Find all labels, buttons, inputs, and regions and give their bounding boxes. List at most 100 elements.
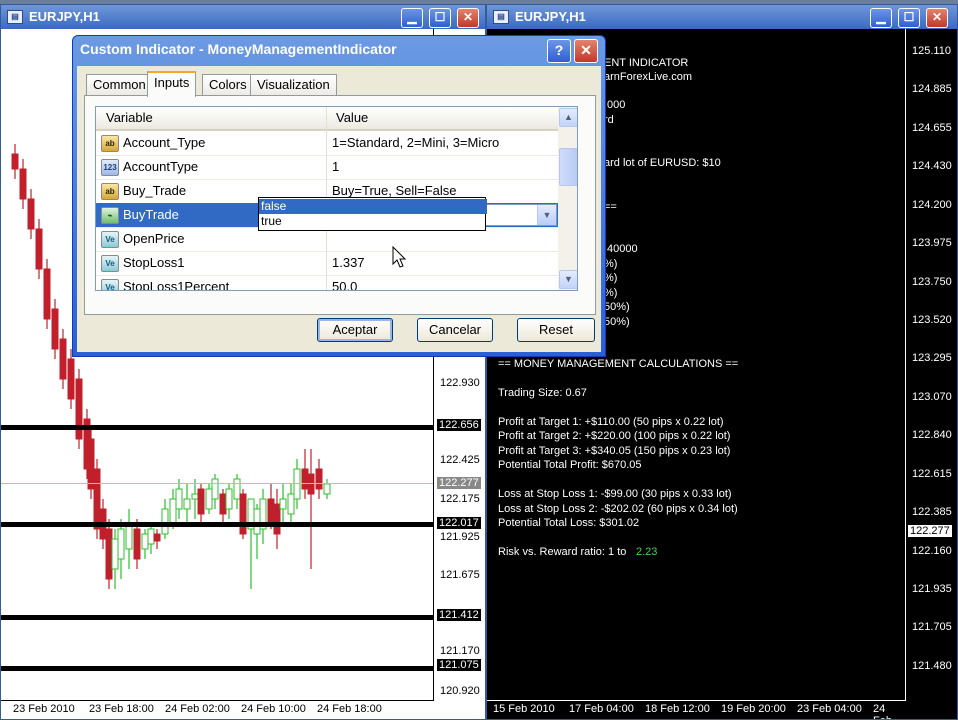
candle-body: [87, 438, 95, 490]
double-type-icon: Ve: [101, 231, 119, 248]
right-price-scale: 125.110 124.885 124.655 124.430 124.200 …: [905, 29, 957, 701]
custom-indicator-dialog[interactable]: Custom Indicator - MoneyManagementIndica…: [72, 35, 606, 357]
scroll-up-icon[interactable]: ▲: [559, 108, 577, 127]
close-button[interactable]: ✕: [457, 8, 479, 28]
price-label-highlight: 121.412: [437, 609, 481, 621]
grid-scrollbar[interactable]: ▲ ▼: [558, 107, 577, 290]
price-label: 124.430: [912, 160, 952, 172]
price-label: 121.480: [912, 660, 952, 672]
price-label: 121.925: [440, 531, 480, 543]
price-label: 122.615: [912, 468, 952, 480]
candle-body: [293, 468, 301, 500]
grid-header: Variable Value: [96, 107, 558, 131]
indicator-text: .000: [604, 99, 626, 111]
candle-body: [273, 503, 281, 535]
cancel-button[interactable]: Cancelar: [417, 318, 493, 342]
price-label: 122.425: [440, 454, 480, 466]
right-window-title: EURJPY,H1: [515, 9, 586, 24]
time-label: 23 Feb 2010: [13, 703, 75, 715]
tab-inputs[interactable]: Inputs: [147, 71, 197, 97]
price-label: 123.520: [912, 314, 952, 326]
loss-line: Loss at Stop Loss 1: -$99.00 (30 pips x …: [498, 488, 732, 500]
dropdown-option-true[interactable]: true: [259, 214, 487, 229]
risk-reward-value: 2.23: [636, 546, 658, 558]
variable-name: BuyTrade: [123, 207, 179, 222]
support-line-4: [1, 666, 433, 671]
chevron-down-icon[interactable]: ▼: [537, 205, 556, 225]
candle-body: [211, 478, 219, 500]
maximize-button[interactable]: ☐: [429, 8, 451, 28]
column-value[interactable]: Value: [336, 110, 368, 125]
candle-body: [225, 488, 233, 510]
table-row[interactable]: Ve StopLoss1 1.337: [96, 251, 558, 276]
candle-body: [27, 198, 35, 230]
variable-name: StopLoss1Percent: [123, 279, 230, 291]
candle-body: [323, 483, 331, 495]
indicator-text: %): [604, 258, 618, 270]
integer-type-icon: 123: [101, 159, 119, 176]
tab-visualization[interactable]: Visualization: [250, 74, 337, 95]
candle-body: [287, 493, 295, 515]
variable-value[interactable]: 50.0: [332, 279, 357, 290]
string-type-icon: ab: [101, 183, 119, 200]
time-label: 24 Feb 18:00: [317, 703, 382, 715]
help-button[interactable]: ?: [547, 39, 571, 63]
mm-section-title: == MONEY MANAGEMENT CALCULATIONS ==: [498, 358, 739, 370]
price-label: 122.175: [440, 493, 480, 505]
profit-line: Profit at Target 1: +$110.00 (50 pips x …: [498, 416, 724, 428]
variable-value[interactable]: Buy=True, Sell=False: [332, 183, 457, 198]
time-label: 18 Feb 12:00: [645, 703, 710, 715]
dropdown-list[interactable]: false true: [258, 197, 487, 231]
column-variable[interactable]: Variable: [106, 110, 153, 125]
dialog-close-button[interactable]: ✕: [574, 39, 598, 63]
candle-body: [153, 533, 161, 542]
candle-body: [51, 308, 59, 350]
price-label: 122.160: [912, 545, 952, 557]
price-label: 122.930: [440, 377, 480, 389]
left-window-title: EURJPY,H1: [29, 9, 100, 24]
minimize-button[interactable]: ▁: [401, 8, 423, 28]
variable-value[interactable]: 1.337: [332, 255, 365, 270]
scroll-thumb[interactable]: [559, 148, 577, 186]
candle-body: [19, 168, 27, 200]
indicator-text: ENT INDICATOR: [604, 57, 689, 69]
variable-name: AccountType: [123, 159, 199, 174]
table-row[interactable]: Ve StopLoss1Percent 50.0: [96, 275, 558, 291]
candle-body: [147, 528, 155, 545]
price-label: 124.200: [912, 199, 952, 211]
candle-body: [93, 468, 101, 530]
maximize-button[interactable]: ☐: [898, 8, 920, 28]
variable-value[interactable]: 1=Standard, 2=Mini, 3=Micro: [332, 135, 499, 150]
close-button[interactable]: ✕: [926, 8, 948, 28]
accept-button[interactable]: Aceptar: [317, 318, 393, 342]
tab-common[interactable]: Common: [86, 74, 153, 95]
time-label: 23 Feb 18:00: [89, 703, 154, 715]
candle-body: [267, 498, 275, 525]
candle-body: [307, 473, 315, 495]
indicator-text: arnForexLive.com: [604, 71, 693, 83]
risk-reward-label: Risk vs. Reward ratio: 1 to: [498, 546, 627, 558]
tab-colors[interactable]: Colors: [202, 74, 254, 95]
right-window-titlebar[interactable]: ▤ EURJPY,H1 ▁ ☐ ✕: [487, 5, 957, 29]
table-row[interactable]: ab Account_Type 1=Standard, 2=Mini, 3=Mi…: [96, 131, 558, 156]
string-type-icon: ab: [101, 135, 119, 152]
dropdown-option-false[interactable]: false: [259, 199, 487, 214]
time-label: 17 Feb 04:00: [569, 703, 634, 715]
support-line-3: [1, 615, 433, 620]
double-type-icon: Ve: [101, 255, 119, 272]
candle-body: [239, 493, 247, 535]
price-label: 121.935: [912, 583, 952, 595]
chart-window-icon: ▤: [7, 10, 23, 24]
price-label: 125.110: [912, 45, 951, 57]
price-label: 123.070: [912, 391, 952, 403]
minimize-button[interactable]: ▁: [870, 8, 892, 28]
scroll-down-icon[interactable]: ▼: [559, 270, 577, 289]
price-label: 123.750: [912, 276, 952, 288]
variable-value[interactable]: 1: [332, 159, 339, 174]
table-row[interactable]: 123 AccountType 1: [96, 155, 558, 180]
candle-body: [11, 153, 19, 170]
variable-name: OpenPrice: [123, 231, 185, 246]
left-window-titlebar[interactable]: ▤ EURJPY,H1 ▁ ☐ ✕: [1, 5, 485, 29]
reset-button[interactable]: Reset: [517, 318, 595, 342]
trading-size: Trading Size: 0.67: [498, 387, 587, 399]
